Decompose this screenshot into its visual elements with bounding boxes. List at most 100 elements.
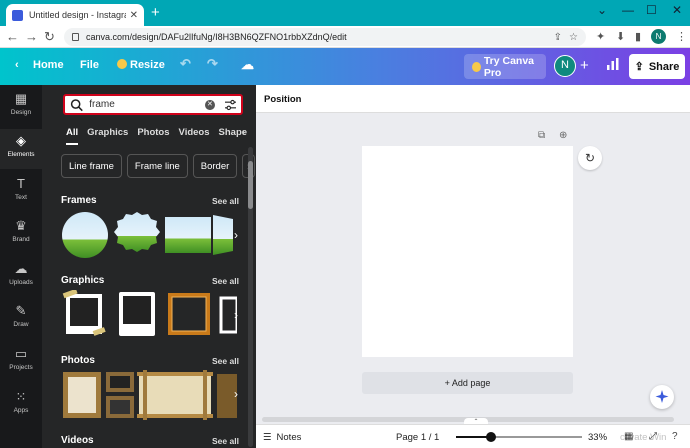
videos-see-all-link[interactable]: See all (212, 436, 239, 446)
stacked-frames-photo[interactable] (106, 372, 134, 418)
tab-graphics[interactable]: Graphics (87, 127, 128, 145)
frames-next-icon[interactable]: › (230, 222, 242, 248)
rect-frame-thumb[interactable] (165, 217, 211, 253)
search-box[interactable]: ✕ (63, 94, 243, 115)
browser-profile-avatar[interactable]: N (651, 29, 666, 44)
close-tab-icon[interactable]: ✕ (130, 10, 138, 21)
browser-tab[interactable]: Untitled design - Instagram Post ✕ (6, 4, 144, 26)
home-button[interactable]: Home (33, 59, 64, 71)
add-collaborator-icon[interactable]: + (580, 57, 589, 74)
menu-dots-icon[interactable]: ⋮ (676, 30, 687, 43)
back-chevron-icon[interactable]: ‹ (15, 59, 19, 71)
browser-tab-strip: Untitled design - Instagram Post ✕ + ⌄ —… (0, 0, 690, 26)
filter-sliders-icon[interactable] (224, 99, 236, 111)
chip-line-frame[interactable]: Line frame (61, 154, 122, 178)
rail-label: Text (15, 194, 27, 201)
gold-frame-thumb[interactable] (168, 293, 210, 335)
undo-icon[interactable]: ↶ (180, 56, 191, 72)
tab-photos[interactable]: Photos (137, 127, 169, 145)
magic-assistant-icon[interactable] (650, 385, 674, 409)
chevron-down-icon[interactable]: ⌄ (597, 3, 607, 17)
maximize-icon[interactable]: ☐ (646, 3, 657, 17)
position-button[interactable]: Position (264, 94, 301, 105)
redo-icon[interactable]: ↷ (207, 56, 218, 72)
rail-item-apps[interactable]: ⁙ Apps (0, 385, 42, 425)
wooden-frame-photo[interactable] (63, 372, 101, 418)
clear-search-icon[interactable]: ✕ (205, 99, 215, 110)
rail-item-projects[interactable]: ▭ Projects (0, 342, 42, 382)
frames-see-all-link[interactable]: See all (212, 196, 239, 206)
side-panel-icon[interactable]: ▮ (635, 30, 641, 43)
photo-frame-thumb[interactable] (119, 292, 155, 336)
add-page-button[interactable]: + Add page (362, 372, 573, 394)
address-bar[interactable]: canva.com/design/DAFu2lIfuNg/I8H3BN6QZFN… (64, 28, 586, 46)
try-canva-pro-button[interactable]: Try Canva Pro (464, 54, 546, 79)
download-icon[interactable]: ⬇ (616, 30, 625, 43)
graphics-see-all-link[interactable]: See all (212, 276, 239, 286)
new-tab-icon[interactable]: + (151, 4, 160, 22)
panel-scrollbar[interactable] (248, 147, 253, 447)
brand-icon: ♛ (15, 218, 27, 233)
minimize-icon[interactable]: — (622, 3, 634, 17)
duplicate-page-icon[interactable]: ⧉ (538, 130, 545, 141)
rail-item-brand[interactable]: ♛ Brand (0, 214, 42, 254)
side-rail: ▦ Design ◈ Elements T Text ♛ Brand ☁ Upl… (0, 85, 42, 448)
frames-thumbnails (62, 212, 233, 258)
add-page-icon[interactable]: ⊕ (559, 130, 567, 141)
back-icon[interactable]: ← (6, 29, 19, 45)
forward-icon[interactable]: → (25, 29, 38, 45)
suggestion-chips: Line frame Frame line Border › (61, 154, 256, 178)
share-button[interactable]: ⇪ Share (629, 54, 685, 79)
rail-item-text[interactable]: T Text (0, 172, 42, 212)
panel-scrollbar-thumb[interactable] (248, 161, 253, 209)
lock-icon (72, 33, 79, 41)
graphics-next-icon[interactable]: › (230, 302, 242, 328)
bookmark-star-icon[interactable]: ☆ (569, 32, 578, 43)
zoom-percentage[interactable]: 33% (588, 432, 607, 443)
help-icon[interactable]: ? (672, 431, 678, 442)
pro-crown-icon (472, 61, 481, 72)
scalloped-frame-thumb[interactable] (114, 212, 160, 252)
tab-all[interactable]: All (66, 127, 79, 145)
page-indicator[interactable]: Page 1 / 1 (396, 432, 439, 443)
file-menu-button[interactable]: File (80, 59, 99, 71)
search-input[interactable] (89, 99, 202, 110)
zoom-slider[interactable] (456, 432, 582, 442)
resize-label: Resize (130, 59, 165, 71)
resize-button[interactable]: Resize (117, 59, 165, 71)
rail-item-design[interactable]: ▦ Design (0, 87, 42, 127)
upload-icon: ☁ (14, 261, 28, 276)
photos-next-icon[interactable]: › (230, 381, 242, 407)
refresh-icon[interactable]: ↻ (578, 146, 602, 170)
close-window-icon[interactable]: ✕ (672, 3, 682, 17)
photos-see-all-link[interactable]: See all (212, 356, 239, 366)
grid-icon: ⁙ (15, 389, 27, 404)
extensions-icon[interactable]: ✦ (596, 30, 605, 43)
user-avatar[interactable]: N (554, 55, 576, 77)
filter-tabs: All Graphics Photos Videos Shape (66, 127, 256, 145)
rail-item-uploads[interactable]: ☁ Uploads (0, 257, 42, 297)
zoom-slider-knob[interactable] (486, 432, 497, 442)
pen-icon: ✎ (15, 303, 27, 318)
polaroid-tape-thumb[interactable] (62, 290, 106, 336)
rail-item-draw[interactable]: ✎ Draw (0, 299, 42, 339)
graphics-heading: Graphics (61, 275, 105, 286)
rail-item-elements[interactable]: ◈ Elements (0, 129, 42, 169)
cloud-saved-icon[interactable]: ☁ (241, 57, 254, 73)
bamboo-frame-photo[interactable] (137, 370, 213, 420)
search-icon (70, 98, 83, 111)
tabs-scroll-right-icon[interactable]: › (242, 127, 245, 138)
layout-icon: ▦ (14, 91, 28, 106)
notes-button[interactable]: ☰ Notes (263, 432, 301, 443)
canva-favicon-icon (12, 9, 23, 21)
reload-icon[interactable]: ↻ (44, 29, 55, 45)
circle-frame-thumb[interactable] (62, 212, 108, 258)
chip-border[interactable]: Border (192, 154, 238, 178)
rail-label: Draw (13, 321, 29, 328)
chip-frame-line[interactable]: Frame line (126, 154, 188, 178)
design-page[interactable] (362, 146, 573, 357)
share-page-icon[interactable]: ⇪ (554, 32, 562, 43)
tab-videos[interactable]: Videos (179, 127, 210, 145)
insights-chart-icon[interactable] (606, 57, 620, 71)
notes-icon: ☰ (263, 432, 272, 443)
